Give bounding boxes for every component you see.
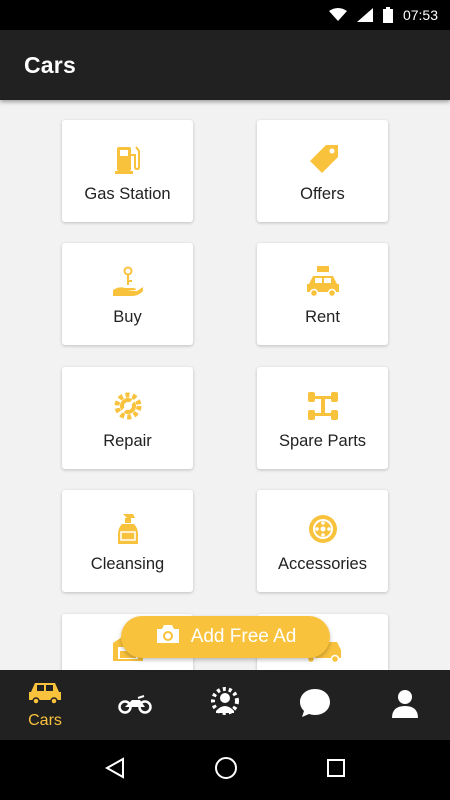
- status-time: 07:53: [402, 7, 438, 23]
- tile-label: Gas Station: [84, 185, 171, 203]
- back-icon[interactable]: [104, 756, 126, 784]
- user-gear-icon: [210, 686, 240, 724]
- nav-label-cars: Cars: [28, 712, 62, 729]
- tile-cleansing[interactable]: Cleansing: [62, 490, 193, 592]
- tile-gas-station[interactable]: Gas Station: [62, 120, 193, 222]
- nav-item-chat[interactable]: [270, 670, 360, 740]
- wheel-icon: [303, 512, 343, 546]
- axle-icon: [303, 389, 343, 423]
- tile-label: Repair: [103, 432, 152, 450]
- rent-car-icon: [303, 265, 343, 299]
- nav-item-profile[interactable]: [360, 670, 450, 740]
- nav-item-cars[interactable]: Cars: [0, 670, 90, 740]
- gas-station-icon: [108, 142, 148, 176]
- add-free-ad-button[interactable]: Add Free Ad: [121, 616, 330, 658]
- chat-bubble-icon: [299, 687, 331, 724]
- app-bar: Cars: [0, 30, 450, 100]
- nav-item-motorcycles[interactable]: [90, 670, 180, 740]
- hand-key-icon: [108, 265, 148, 299]
- gear-wrench-icon: [108, 389, 148, 423]
- tile-accessories[interactable]: Accessories: [257, 490, 388, 592]
- bottom-nav: Cars: [0, 670, 450, 740]
- tile-label: Accessories: [278, 555, 367, 573]
- price-tag-icon: [303, 142, 343, 176]
- car-icon: [28, 680, 62, 709]
- page-title: Cars: [24, 51, 76, 78]
- system-nav-bar: [0, 740, 450, 800]
- battery-icon: [382, 7, 393, 23]
- tile-rent[interactable]: Rent: [257, 243, 388, 345]
- tile-label: Cleansing: [90, 555, 165, 573]
- wifi-icon: [328, 8, 347, 22]
- tile-buy[interactable]: Buy: [62, 243, 193, 345]
- tile-spare-parts[interactable]: Spare Parts: [257, 367, 388, 469]
- recents-icon[interactable]: [326, 758, 346, 783]
- tile-offers[interactable]: Offers: [257, 120, 388, 222]
- camera-icon: [155, 623, 181, 651]
- nav-item-services[interactable]: [180, 670, 270, 740]
- tile-label: Buy: [113, 308, 142, 326]
- add-free-ad-label: Add Free Ad: [190, 626, 297, 647]
- motorcycle-icon: [118, 692, 152, 719]
- tile-label: Offers: [300, 185, 345, 203]
- tile-repair[interactable]: Repair: [62, 367, 193, 469]
- tile-label: Rent: [305, 308, 340, 326]
- status-bar: 07:53: [0, 0, 450, 30]
- tile-label: Spare Parts: [278, 432, 367, 450]
- signal-icon: [356, 8, 373, 22]
- spray-bottle-icon: [108, 512, 148, 546]
- category-grid: Gas Station Offers Buy Rent Repair Spare…: [0, 100, 450, 670]
- home-icon[interactable]: [214, 756, 238, 785]
- profile-icon: [391, 688, 419, 723]
